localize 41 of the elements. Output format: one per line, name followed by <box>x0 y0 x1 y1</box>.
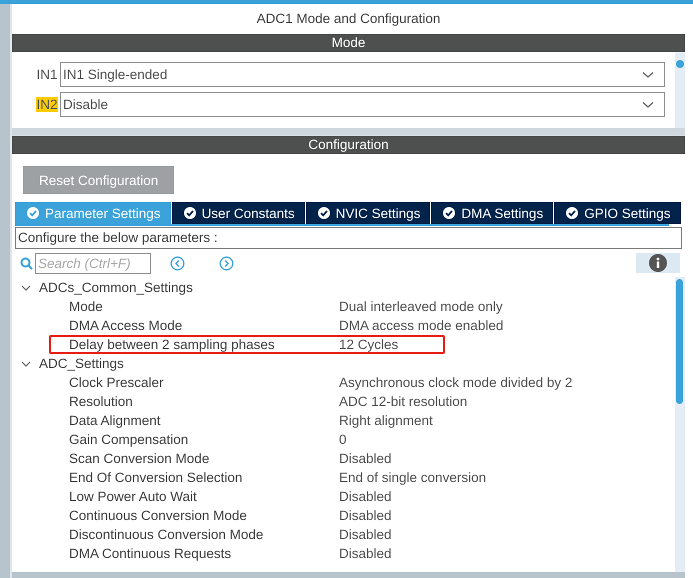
parameter-value: 0 <box>339 432 347 447</box>
section-header: Configuration <box>12 136 685 154</box>
search-field[interactable]: Search (Ctrl+F) <box>35 252 151 274</box>
parameter-name: Low Power Auto Wait <box>69 489 198 504</box>
parameter-name: Gain Compensation <box>69 432 190 447</box>
description-field: Configure the below parameters : <box>15 227 682 249</box>
parameter-value: Right alignment <box>339 413 433 428</box>
parameter-name: DMA Access Mode <box>69 318 184 333</box>
parameter-value: ADC 12-bit resolution <box>339 394 468 409</box>
parameter-name: Continuous Conversion Mode <box>69 508 248 523</box>
parameter-value: Disabled <box>339 546 392 561</box>
tab[interactable]: NVIC Settings <box>306 202 432 224</box>
parameter-value: Dual interleaved mode only <box>339 299 503 314</box>
parameter-value: End of single conversion <box>339 470 486 485</box>
group-label[interactable]: ADC_Settings <box>39 356 124 371</box>
parameter-name: Scan Conversion Mode <box>69 451 210 466</box>
parameter-value: Asynchronous clock mode divided by 2 <box>339 375 572 390</box>
parameter-value: Disabled <box>339 508 392 523</box>
group-label[interactable]: ADCs_Common_Settings <box>39 280 193 295</box>
parameter-name: Clock Prescaler <box>69 375 165 390</box>
parameter-name: End Of Conversion Selection <box>69 470 244 485</box>
parameter-name: Data Alignment <box>69 413 162 428</box>
parameter-name: Delay between 2 sampling phases <box>69 337 276 352</box>
field-label: IN1 <box>36 67 58 82</box>
field-label: IN2 <box>36 97 58 112</box>
dropdown[interactable]: IN1 Single-ended <box>60 62 665 87</box>
parameter-value: 12 Cycles <box>339 337 398 352</box>
tab[interactable]: GPIO Settings <box>554 202 682 224</box>
parameter-value: Disabled <box>339 489 392 504</box>
tab[interactable]: User Constants <box>172 202 306 224</box>
tab[interactable]: DMA Settings <box>431 202 554 224</box>
parameter-name: Discontinuous Conversion Mode <box>69 527 264 542</box>
parameter-value: Disabled <box>339 451 392 466</box>
dropdown[interactable]: Disable <box>60 92 665 117</box>
window-title: ADC1 Mode and Configuration <box>256 10 442 28</box>
parameter-name: Mode <box>69 299 104 314</box>
parameter-name: DMA Continuous Requests <box>69 546 232 561</box>
parameter-value: DMA access mode enabled <box>339 318 504 333</box>
parameter-name: Resolution <box>69 394 134 409</box>
parameter-value: Disabled <box>339 527 392 542</box>
section-header: Mode <box>12 34 685 52</box>
